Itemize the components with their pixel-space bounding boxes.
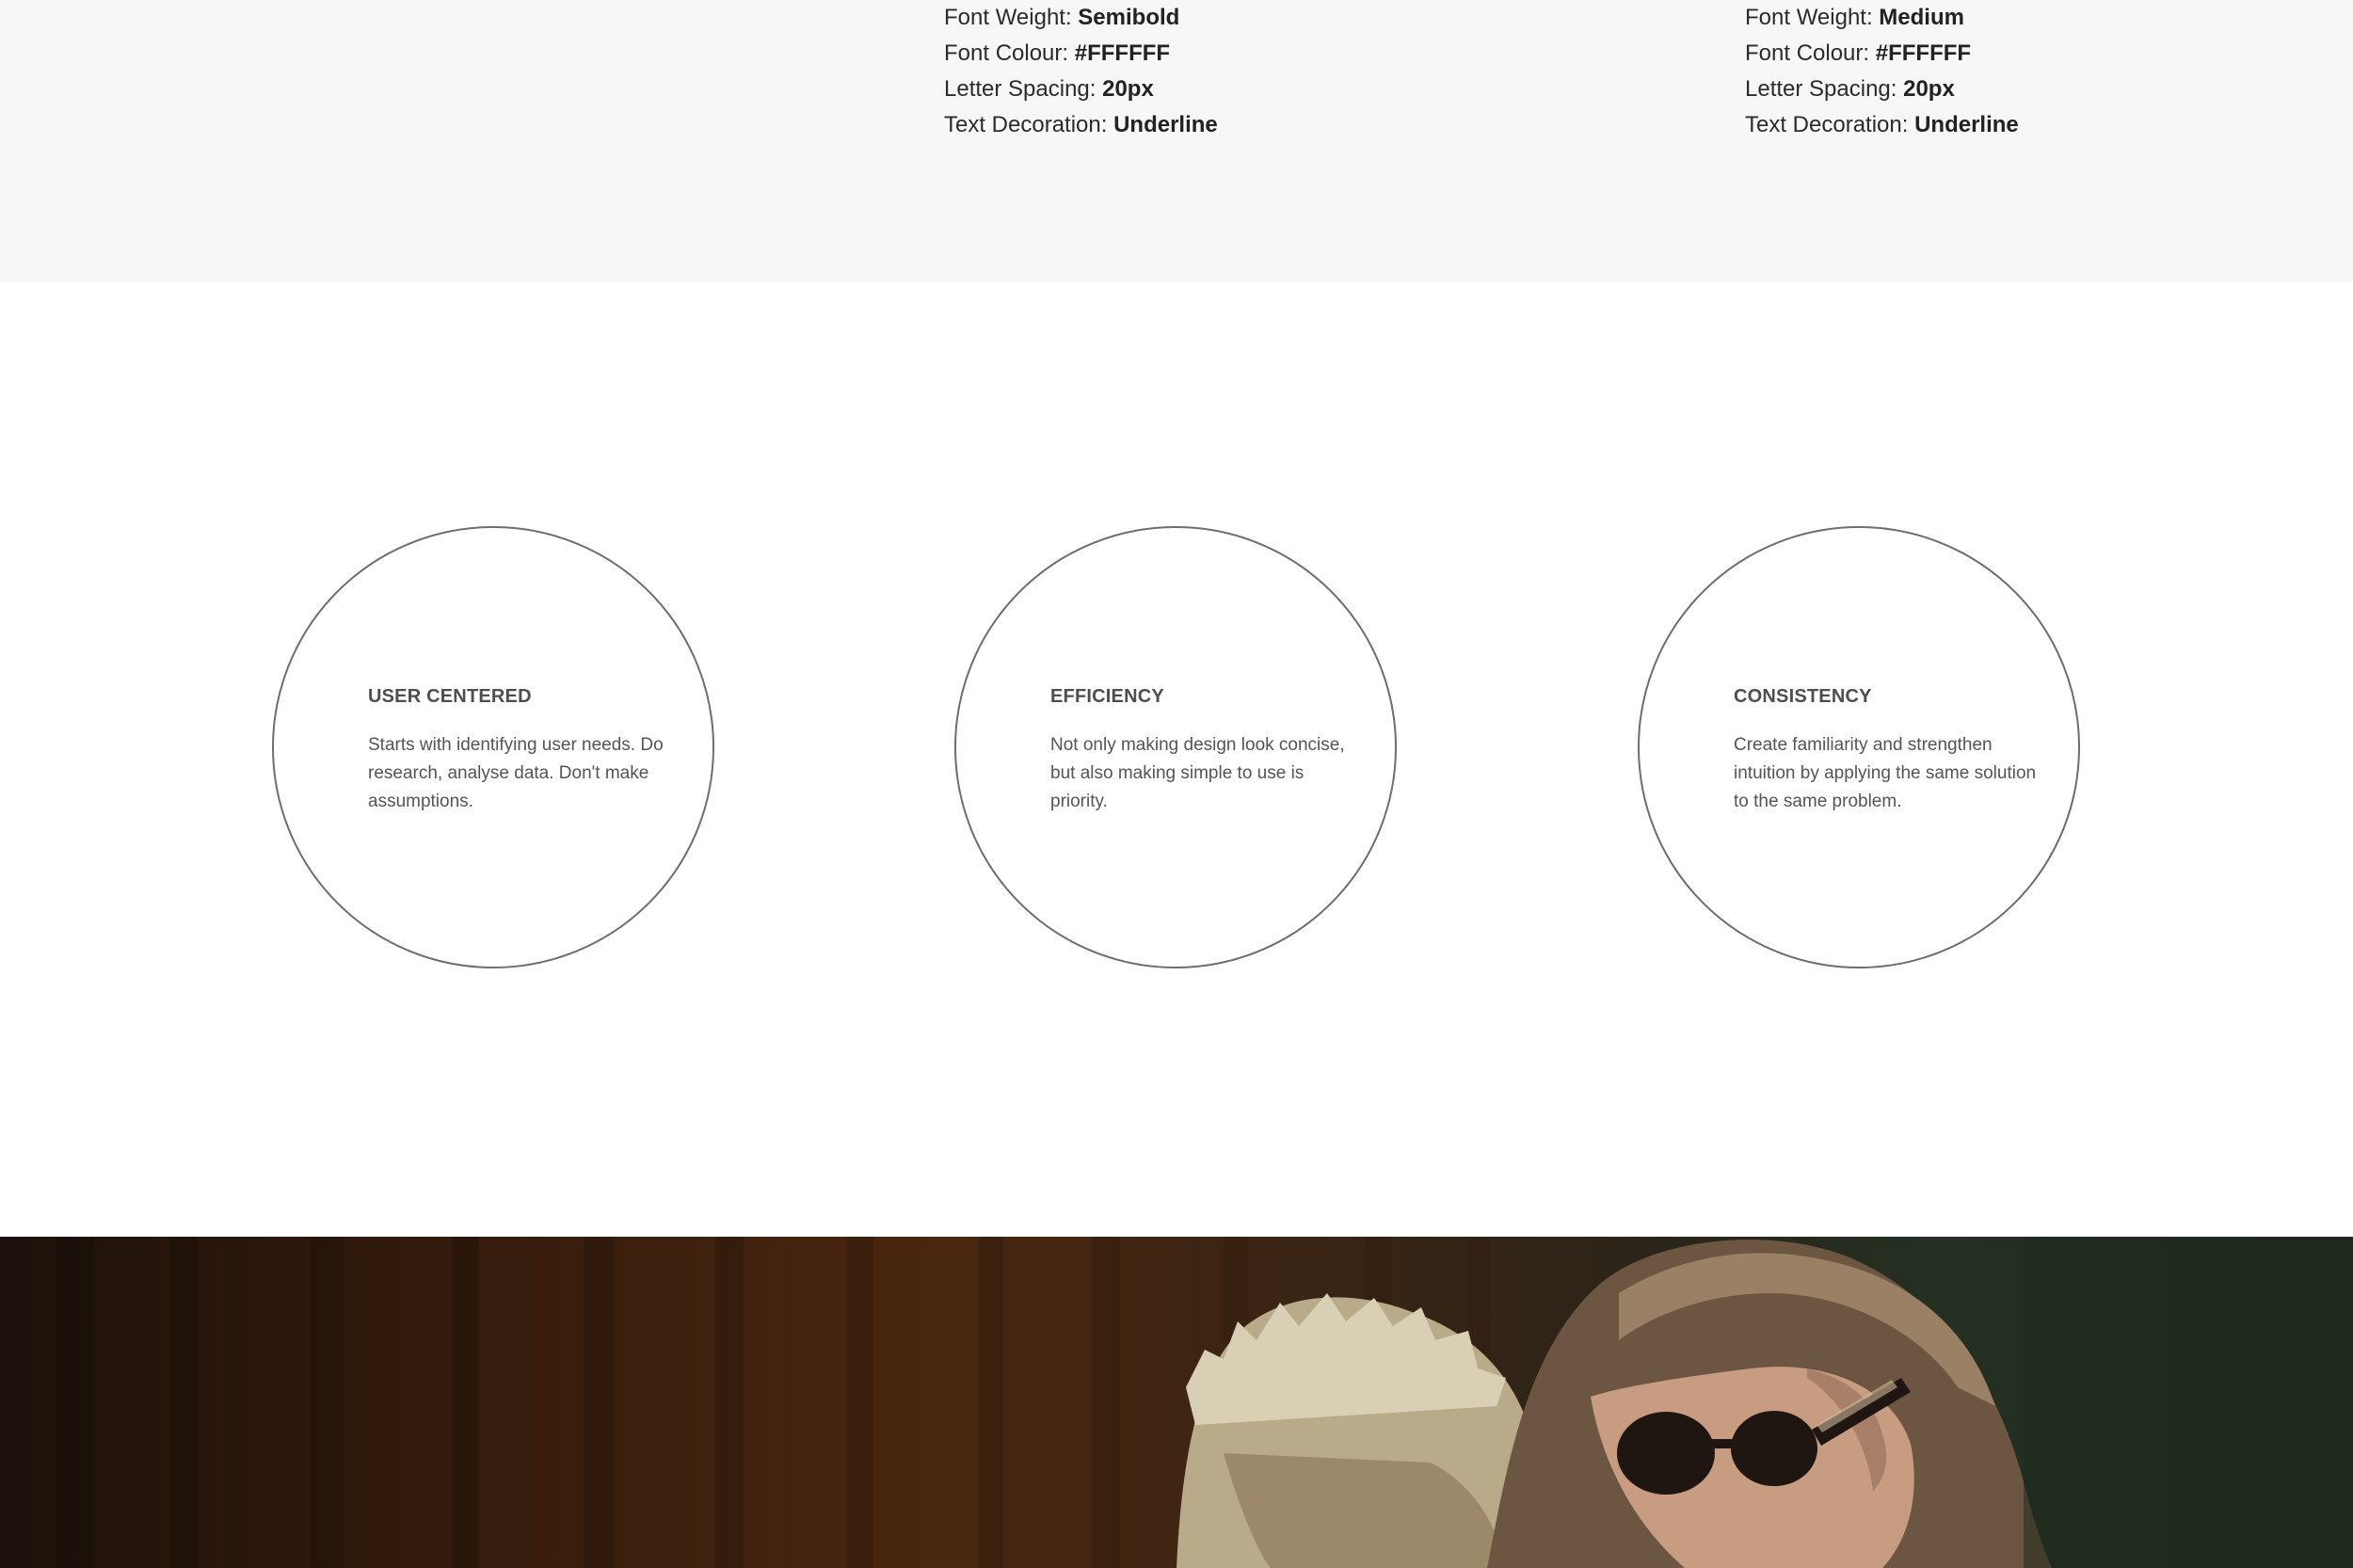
principle-card-user-centered: USER CENTERED Starts with identifying us… [272,526,714,968]
principle-description: Create familiarity and strengthen intuit… [1734,735,2037,811]
typography-spec-section: Font Weight: Semibold Font Colour: #FFFF… [0,0,2353,282]
spec-value: Underline [1914,112,2019,137]
spec-value: 20px [1102,76,1154,102]
spec-label: Font Colour: [1745,40,1876,66]
principle-description: Not only making design look concise, but… [1050,735,1345,811]
spec-label: Font Weight: [1745,5,1880,30]
spec-value: #FFFFFF [1875,40,1972,66]
spec-value: Underline [1113,112,1218,137]
spec-font-weight: Font Weight: Medium [1745,0,2019,36]
spec-value: Medium [1879,5,1964,30]
spec-label: Letter Spacing: [944,76,1103,102]
design-principles-section: USER CENTERED Starts with identifying us… [0,282,2353,1237]
spec-text-decoration: Text Decoration: Underline [1745,107,2019,143]
principle-title: CONSISTENCY [1734,686,1872,707]
spec-label: Font Colour: [944,40,1075,66]
spec-list-right: Font Weight: Medium Font Colour: #FFFFFF… [1745,0,2019,143]
spec-font-colour: Font Colour: #FFFFFF [1745,36,2019,72]
spec-label: Text Decoration: [944,112,1114,137]
spec-label: Text Decoration: [1745,112,1915,137]
principle-card-efficiency: EFFICIENCY Not only making design look c… [954,526,1397,968]
spec-text-decoration: Text Decoration: Underline [944,107,1218,143]
principle-title: USER CENTERED [368,686,532,707]
spec-letter-spacing: Letter Spacing: 20px [944,72,1218,107]
spec-font-weight: Font Weight: Semibold [944,0,1218,36]
spec-value: 20px [1903,76,1955,102]
principle-card-consistency: CONSISTENCY Create familiarity and stren… [1638,526,2080,968]
spec-letter-spacing: Letter Spacing: 20px [1745,72,2019,107]
hero-photo-illustration [56,1237,2353,1568]
spec-value: #FFFFFF [1074,40,1171,66]
spec-value: Semibold [1078,5,1180,30]
principle-description: Starts with identifying user needs. Do r… [368,735,664,811]
spec-label: Font Weight: [944,5,1079,30]
principle-title: EFFICIENCY [1050,686,1164,707]
hero-photo [0,1237,2353,1568]
spec-font-colour: Font Colour: #FFFFFF [944,36,1218,72]
spec-list-left: Font Weight: Semibold Font Colour: #FFFF… [944,0,1218,143]
spec-label: Letter Spacing: [1745,76,1904,102]
